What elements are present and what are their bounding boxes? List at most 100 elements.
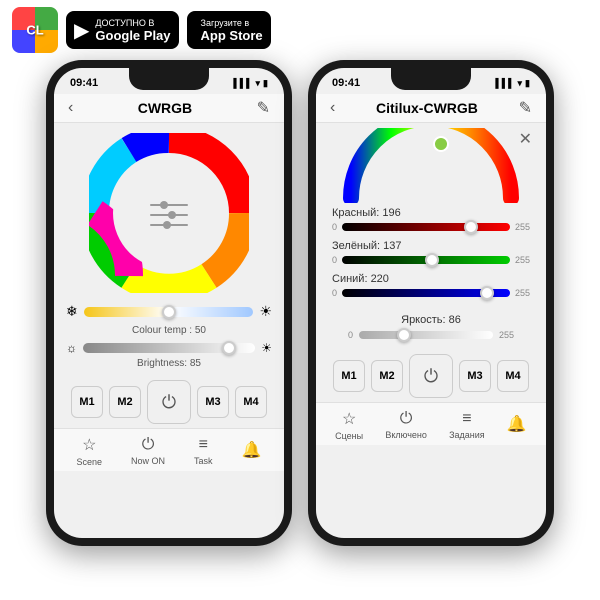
red-slider-row: Красный: 196 0 255 — [332, 207, 530, 232]
alarm-icon-right: 🔔 — [507, 414, 527, 434]
status-icons-left: ▌▌▌ ▾ ▮ — [233, 78, 268, 89]
rgb-sliders: Красный: 196 0 255 Зелёный: 137 0 — [316, 203, 546, 310]
scene-nav-right[interactable]: ☆ Сцены — [335, 409, 363, 441]
bright-high-icon: ☀ — [261, 341, 272, 355]
temp-cold-icon: ❄ — [66, 303, 78, 320]
close-button-right[interactable]: ✕ — [519, 129, 532, 149]
power-button-left[interactable]: ⏻ — [147, 380, 191, 424]
power-nav-icon-right: ⏻ — [400, 410, 413, 428]
m4-button-right[interactable]: M4 — [497, 360, 529, 392]
color-wheel[interactable] — [89, 133, 249, 293]
green-slider-row: Зелёный: 137 0 255 — [332, 240, 530, 265]
bright-thumb-right[interactable] — [397, 328, 411, 342]
task-label-right: Задания — [449, 430, 485, 440]
phone-right-screen: 09:41 ▌▌▌ ▾ ▮ ‹ Citilux-CWRGB ✎ — [316, 68, 546, 538]
bright-track-right[interactable] — [359, 331, 493, 339]
alarm-nav-left[interactable]: 🔔 — [242, 440, 262, 462]
scene-nav-left[interactable]: ☆ Scene — [77, 435, 103, 467]
blue-slider-row: Синий: 220 0 255 — [332, 273, 530, 298]
m3-button-left[interactable]: M3 — [197, 386, 229, 418]
temp-slider-track[interactable] — [84, 307, 254, 317]
red-track[interactable] — [342, 223, 510, 231]
app-store-text: Загрузите в App Store — [201, 18, 263, 43]
color-arc-svg — [341, 128, 521, 203]
notch-left — [129, 68, 209, 90]
green-slider-wrap: 0 255 — [332, 255, 530, 265]
power-nav-label-left: Now ON — [131, 456, 165, 466]
blue-thumb[interactable] — [480, 286, 494, 300]
battery-icon-left: ▮ — [263, 78, 268, 89]
scene-icon-left: ☆ — [82, 435, 96, 455]
alarm-nav-right[interactable]: 🔔 — [507, 414, 527, 436]
alarm-icon-left: 🔔 — [242, 440, 262, 460]
wifi-icon-right: ▾ — [518, 78, 523, 89]
temp-warm-icon: ☀ — [259, 303, 272, 320]
m3-button-right[interactable]: M3 — [459, 360, 491, 392]
red-label: Красный: 196 — [332, 207, 530, 219]
header-bar: CL ▶ ДОСТУПНО В Google Play Загрузите в … — [0, 0, 600, 60]
edit-button-right[interactable]: ✎ — [519, 98, 532, 118]
google-play-badge[interactable]: ▶ ДОСТУПНО В Google Play — [66, 11, 179, 49]
blue-min: 0 — [332, 288, 337, 298]
task-nav-left[interactable]: ≡ Task — [194, 436, 213, 466]
back-button-left[interactable]: ‹ — [68, 99, 73, 117]
signal-icon-right: ▌▌▌ — [495, 78, 514, 88]
bright-slider-row: ☼ ☀ — [54, 339, 284, 357]
m1-button-left[interactable]: M1 — [71, 386, 103, 418]
task-nav-right[interactable]: ≡ Задания — [449, 410, 485, 440]
power-nav-right[interactable]: ⏻ Включено — [385, 410, 427, 440]
m2-button-left[interactable]: M2 — [109, 386, 141, 418]
brightness-section-right: Яркость: 86 0 255 — [316, 310, 546, 346]
green-max: 255 — [515, 255, 530, 265]
bright-max-right: 255 — [499, 330, 514, 340]
signal-icon-left: ▌▌▌ — [233, 78, 252, 88]
blue-track[interactable] — [342, 289, 510, 297]
scene-icon-right: ☆ — [342, 409, 356, 429]
green-thumb[interactable] — [425, 253, 439, 267]
temp-slider-label: Colour temp : 50 — [54, 324, 284, 339]
battery-icon-right: ▮ — [525, 78, 530, 89]
back-button-right[interactable]: ‹ — [330, 99, 335, 117]
power-nav-label-right: Включено — [385, 430, 427, 440]
notch-right — [391, 68, 471, 90]
phone-left: 09:41 ▌▌▌ ▾ ▮ ‹ CWRGB ✎ — [46, 60, 292, 546]
google-play-icon: ▶ — [74, 18, 89, 43]
status-icons-right: ▌▌▌ ▾ ▮ — [495, 78, 530, 89]
scene-label-right: Сцены — [335, 431, 363, 441]
color-arc-section: ✕ — [316, 123, 546, 203]
green-label: Зелёный: 137 — [332, 240, 530, 252]
task-icon-right: ≡ — [462, 410, 471, 428]
power-icon-left: ⏻ — [162, 392, 176, 413]
bottom-nav-right: ☆ Сцены ⏻ Включено ≡ Задания 🔔 — [316, 402, 546, 445]
app-store-badge[interactable]: Загрузите в App Store — [187, 11, 271, 49]
bright-slider-thumb[interactable] — [222, 341, 236, 355]
app-nav-left: ‹ CWRGB ✎ — [54, 94, 284, 123]
red-thumb[interactable] — [464, 220, 478, 234]
time-left: 09:41 — [70, 77, 98, 89]
app-title-right: Citilux-CWRGB — [376, 100, 478, 116]
brightness-label-right: Яркость: 86 — [332, 314, 530, 326]
m1-button-right[interactable]: M1 — [333, 360, 365, 392]
phone-left-screen: 09:41 ▌▌▌ ▾ ▮ ‹ CWRGB ✎ — [54, 68, 284, 538]
google-play-text: ДОСТУПНО В Google Play — [95, 18, 170, 43]
power-nav-icon-left: ⏻ — [142, 436, 155, 454]
bright-slider-track[interactable] — [83, 343, 255, 353]
red-slider-wrap: 0 255 — [332, 222, 530, 232]
temp-slider-thumb[interactable] — [162, 305, 176, 319]
phone-right: 09:41 ▌▌▌ ▾ ▮ ‹ Citilux-CWRGB ✎ — [308, 60, 554, 546]
blue-slider-wrap: 0 255 — [332, 288, 530, 298]
red-min: 0 — [332, 222, 337, 232]
m4-button-left[interactable]: M4 — [235, 386, 267, 418]
scene-label-left: Scene — [77, 457, 103, 467]
green-track[interactable] — [342, 256, 510, 264]
memory-buttons-left: M1 M2 ⏻ M3 M4 — [54, 372, 284, 428]
m2-button-right[interactable]: M2 — [371, 360, 403, 392]
task-label-left: Task — [194, 456, 213, 466]
power-button-right[interactable]: ⏻ — [409, 354, 453, 398]
edit-button-left[interactable]: ✎ — [257, 98, 270, 118]
bright-min-right: 0 — [348, 330, 353, 340]
red-max: 255 — [515, 222, 530, 232]
power-nav-left[interactable]: ⏻ Now ON — [131, 436, 165, 466]
bottom-nav-left: ☆ Scene ⏻ Now ON ≡ Task 🔔 — [54, 428, 284, 471]
app-title-left: CWRGB — [138, 100, 192, 116]
